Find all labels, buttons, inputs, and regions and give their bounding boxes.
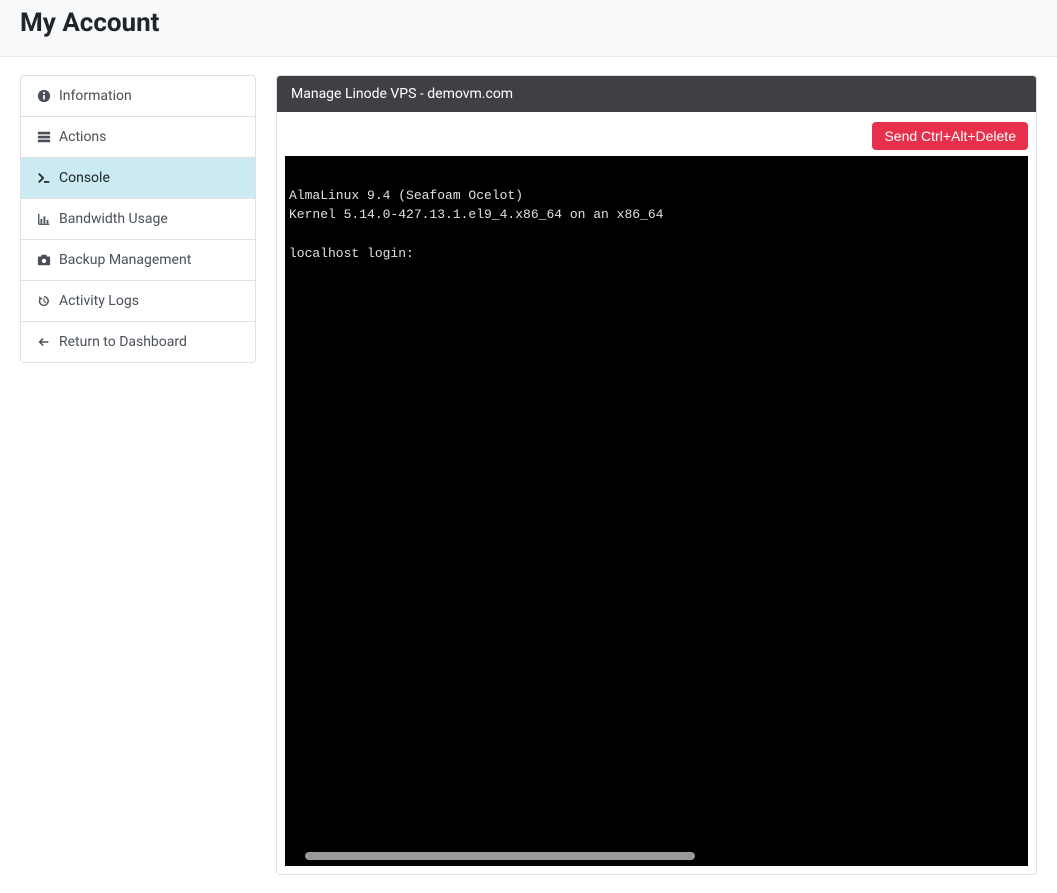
sidebar-item-return-dashboard[interactable]: Return to Dashboard (21, 322, 255, 362)
sidebar-item-backup[interactable]: Backup Management (21, 240, 255, 281)
console-line: Kernel 5.14.0-427.13.1.el9_4.x86_64 on a… (289, 207, 663, 222)
info-icon (37, 89, 51, 103)
server-icon (37, 130, 51, 144)
header-bar: My Account (0, 0, 1057, 57)
sidebar-item-label: Information (59, 88, 132, 104)
sidebar: Information Actions Console Bandwidth Us… (20, 75, 256, 363)
sidebar-item-label: Console (59, 170, 110, 186)
sidebar-item-label: Return to Dashboard (59, 334, 187, 350)
send-ctrl-alt-delete-button[interactable]: Send Ctrl+Alt+Delete (872, 122, 1028, 150)
console-toolbar: Send Ctrl+Alt+Delete (285, 120, 1028, 156)
sidebar-item-label: Bandwidth Usage (59, 211, 168, 227)
sidebar-item-label: Activity Logs (59, 293, 139, 309)
sidebar-item-information[interactable]: Information (21, 76, 255, 117)
camera-icon (37, 253, 51, 267)
chart-icon (37, 212, 51, 226)
sidebar-item-activity-logs[interactable]: Activity Logs (21, 281, 255, 322)
sidebar-item-label: Backup Management (59, 252, 191, 268)
arrow-left-icon (37, 335, 51, 349)
sidebar-item-actions[interactable]: Actions (21, 117, 255, 158)
history-icon (37, 294, 51, 308)
sidebar-item-bandwidth[interactable]: Bandwidth Usage (21, 199, 255, 240)
sidebar-item-console[interactable]: Console (21, 158, 255, 199)
main-container: Information Actions Console Bandwidth Us… (0, 57, 1057, 893)
console-line: AlmaLinux 9.4 (Seafoam Ocelot) (289, 188, 523, 203)
panel-header: Manage Linode VPS - demovm.com (277, 76, 1036, 112)
panel-body: Send Ctrl+Alt+Delete AlmaLinux 9.4 (Seaf… (277, 112, 1036, 874)
console-terminal[interactable]: AlmaLinux 9.4 (Seafoam Ocelot) Kernel 5.… (285, 156, 1028, 866)
sidebar-item-label: Actions (59, 129, 106, 145)
page-title: My Account (20, 8, 1037, 38)
console-login-prompt: localhost login: (289, 246, 414, 261)
terminal-icon (37, 171, 51, 185)
console-scrollbar[interactable] (305, 852, 695, 860)
content-panel: Manage Linode VPS - demovm.com Send Ctrl… (276, 75, 1037, 875)
